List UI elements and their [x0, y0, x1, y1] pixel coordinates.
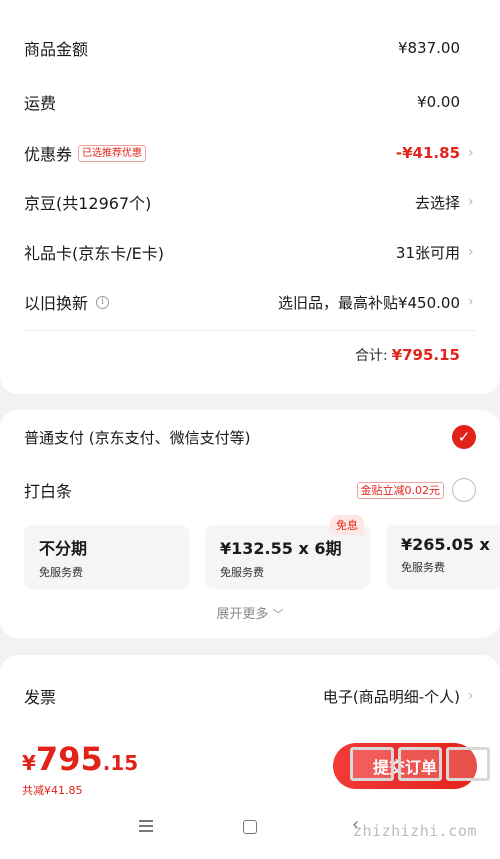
plan-title: ¥132.55 x 6期 [220, 539, 342, 558]
jingdou-label: 京豆(共12967个) [24, 194, 152, 213]
chevron-right-icon: › [468, 244, 474, 260]
order-summary-card: 商品金额 ¥837.00 运费 ¥0.00 优惠券 已选推荐优惠 -¥41.85… [0, 0, 500, 394]
total-row: 合计: ¥795.15 [24, 340, 476, 370]
baitiao-discount-tag: 金贴立减0.02元 [356, 481, 444, 499]
chevron-right-icon: › [468, 194, 474, 210]
gift-card-value: 31张可用 [395, 243, 460, 262]
price-currency: ¥ [22, 751, 36, 775]
price-decimal: .15 [102, 751, 139, 775]
saved-amount: 共减¥41.85 [22, 784, 83, 797]
interest-free-badge: 免息 [330, 515, 364, 535]
plan-title: ¥265.05 x [401, 535, 490, 554]
chevron-right-icon: › [468, 688, 474, 704]
watermark-logo [350, 747, 498, 781]
goods-amount-value: ¥837.00 [397, 39, 460, 57]
plan-subtitle: 免服务费 [220, 566, 264, 579]
baitiao-label: 打白条 [24, 482, 73, 501]
payment-method-card: 普通支付 (京东支付、微信支付等) ✓ 打白条 金贴立减0.02元 不分期 免服… [0, 410, 500, 638]
gift-card-row[interactable]: 礼品卡(京东卡/E卡) 31张可用 › [24, 237, 476, 267]
chevron-down-icon: ﹀ [272, 608, 284, 621]
watermark-text: zhizhizhi.com [353, 822, 477, 840]
goods-amount-row: 商品金额 ¥837.00 [24, 33, 476, 63]
home-icon[interactable] [243, 820, 257, 834]
trade-in-value: 选旧品，最高补贴¥450.00 [277, 293, 460, 312]
installment-plans: 不分期 免服务费 ¥132.55 x 6期 免服务费 ¥265.05 x 免服务… [24, 525, 500, 589]
chevron-right-icon: › [468, 294, 474, 310]
divider [24, 330, 476, 331]
expand-more-link[interactable]: 展开更多 ﹀ [0, 603, 500, 622]
trade-in-label: 以旧换新 [24, 294, 89, 313]
installment-plan-3[interactable]: ¥265.05 x 免服务费 [386, 525, 500, 589]
expand-more-label: 展开更多 [216, 607, 269, 622]
invoice-value: 电子(商品明细-个人) [322, 687, 460, 706]
invoice-row[interactable]: 发票 电子(商品明细-个人) › [24, 681, 476, 711]
radio-unchecked-icon[interactable] [452, 478, 476, 502]
coupon-label: 优惠券 [24, 145, 73, 164]
coupon-row[interactable]: 优惠券 已选推荐优惠 -¥41.85 › [24, 138, 476, 168]
gift-card-label: 礼品卡(京东卡/E卡) [24, 244, 164, 263]
baitiao-row[interactable]: 打白条 金贴立减0.02元 [24, 475, 476, 505]
plan-subtitle: 免服务费 [401, 561, 445, 574]
menu-icon[interactable] [139, 820, 153, 832]
normal-payment-row[interactable]: 普通支付 (京东支付、微信支付等) ✓ [24, 422, 476, 452]
checkmark-icon[interactable]: ✓ [452, 425, 476, 449]
coupon-recommended-tag: 已选推荐优惠 [78, 144, 147, 162]
installment-plan-none[interactable]: 不分期 免服务费 [24, 525, 189, 589]
jingdou-value: 去选择 [414, 193, 460, 212]
shipping-value: ¥0.00 [417, 93, 460, 111]
plan-subtitle: 免服务费 [39, 566, 83, 579]
normal-payment-label: 普通支付 (京东支付、微信支付等) [24, 428, 251, 447]
coupon-value: -¥41.85 [395, 144, 460, 162]
total-value: ¥795.15 [391, 346, 460, 364]
jingdou-row[interactable]: 京豆(共12967个) 去选择 › [24, 187, 476, 217]
price-integer: 795 [35, 740, 103, 778]
shipping-label: 运费 [24, 94, 57, 113]
info-icon[interactable]: i [96, 295, 110, 309]
chevron-right-icon: › [468, 145, 474, 161]
plan-title: 不分期 [39, 539, 88, 558]
payable-price: ¥795.15 [22, 740, 138, 778]
total-label: 合计: [354, 348, 388, 364]
trade-in-row[interactable]: 以旧换新 i 选旧品，最高补贴¥450.00 › [24, 287, 476, 317]
shipping-row: 运费 ¥0.00 [24, 87, 476, 117]
goods-amount-label: 商品金额 [24, 40, 89, 59]
invoice-label: 发票 [24, 688, 57, 707]
